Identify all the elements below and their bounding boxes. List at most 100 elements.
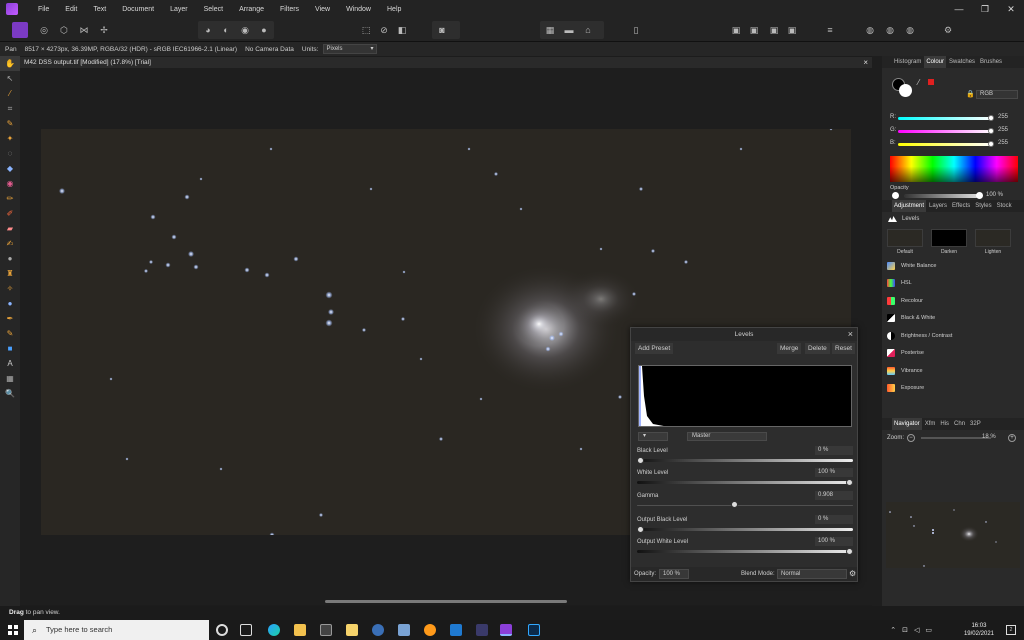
horizontal-scrollbar[interactable] [20, 598, 872, 605]
black-level-knob[interactable] [637, 457, 644, 464]
crop-tool-icon[interactable]: ⌗ [0, 101, 20, 116]
export-persona-icon[interactable]: ✢ [96, 22, 112, 38]
white-level-slider[interactable] [637, 481, 853, 484]
hand-tool-icon[interactable]: ✋ [0, 56, 20, 71]
clone-brush-tool-icon[interactable]: ♜ [0, 266, 20, 281]
photo-persona-button[interactable] [12, 22, 28, 38]
green-knob[interactable] [988, 128, 994, 134]
menu-arrange[interactable]: Arrange [231, 6, 272, 13]
align-icon[interactable]: ≡ [822, 22, 838, 38]
quick-mask-icon[interactable]: ◙ [434, 22, 450, 38]
reset-button[interactable]: Reset [832, 343, 855, 354]
output-white-slider[interactable] [637, 550, 853, 553]
gamma-knob[interactable] [731, 501, 738, 508]
white-level-knob[interactable] [846, 479, 853, 486]
restore-button[interactable]: ❐ [978, 4, 992, 15]
tab-brushes[interactable]: Brushes [978, 56, 1004, 68]
colour-model-dropdown[interactable]: RGB [976, 90, 1018, 99]
zoom-slider[interactable] [921, 437, 992, 439]
marquee-mode-icon[interactable]: ⬚ [358, 22, 374, 38]
adjustment-posterise[interactable]: Posterise [882, 345, 1024, 363]
blend-mode-dropdown[interactable]: Normal [777, 569, 847, 579]
network-icon[interactable]: ⊡ [902, 626, 908, 634]
green-value[interactable]: 255 [998, 127, 1008, 133]
preset-default[interactable]: Default [887, 229, 923, 255]
auto-contrast-icon[interactable]: ◐ [218, 22, 234, 38]
black-level-slider[interactable] [637, 459, 853, 462]
menu-edit[interactable]: Edit [57, 6, 85, 13]
output-black-field[interactable]: 0 % [815, 515, 853, 524]
adjustment-recolour[interactable]: Recolour [882, 292, 1024, 310]
menu-file[interactable]: File [30, 6, 57, 13]
volume-icon[interactable]: ◁ [914, 626, 919, 634]
blue-value[interactable]: 255 [998, 140, 1008, 146]
rectangle-tool-icon[interactable]: ■ [0, 341, 20, 356]
adjustment-black-white[interactable]: Black & White [882, 310, 1024, 328]
file-explorer-icon[interactable] [294, 624, 306, 636]
close-icon[interactable]: × [848, 328, 853, 341]
menu-window[interactable]: Window [338, 6, 379, 13]
preset-darken[interactable]: Darken [931, 229, 967, 255]
edge-icon[interactable] [268, 624, 280, 636]
tab-colour[interactable]: Colour [924, 56, 947, 68]
app-icon-4[interactable] [424, 624, 436, 636]
adjustment-white-balance[interactable]: White Balance [882, 257, 1024, 275]
freehand-tool-icon[interactable]: ✎ [0, 326, 20, 341]
mesh-warp-tool-icon[interactable]: ▦ [0, 371, 20, 386]
picked-colour-swatch[interactable] [928, 79, 934, 85]
lock-icon[interactable]: 🔒 [966, 90, 975, 98]
arrange-backward-icon[interactable]: ▣ [746, 22, 762, 38]
tab-swatches[interactable]: Swatches [947, 56, 977, 68]
app-icon-2[interactable] [372, 624, 384, 636]
selection-brush-tool-icon[interactable]: ✎ [0, 116, 20, 131]
black-level-field[interactable]: 0 % [815, 446, 853, 455]
red-value[interactable]: 255 [998, 114, 1008, 120]
menu-document[interactable]: Document [114, 6, 162, 13]
affinity-photo-taskbar-icon[interactable] [500, 624, 512, 636]
gamma-field[interactable]: 0.908 [815, 491, 853, 500]
menu-help[interactable]: Help [379, 6, 409, 13]
boolean-icon[interactable]: ◍ [882, 22, 898, 38]
mask-icon[interactable]: ◍ [902, 22, 918, 38]
eyedropper-icon[interactable]: ⁄ [918, 78, 919, 87]
preset-lighten[interactable]: Lighten [975, 229, 1011, 255]
opacity-dropdown[interactable]: 100 % [659, 569, 689, 579]
tab-navigator[interactable]: Navigator [892, 418, 922, 430]
white-level-field[interactable]: 100 % [815, 468, 853, 477]
minimize-button[interactable]: — [952, 4, 966, 14]
red-knob[interactable] [988, 115, 994, 121]
output-black-slider[interactable] [637, 528, 853, 531]
menu-layer[interactable]: Layer [162, 6, 196, 13]
photoshop-icon[interactable] [528, 624, 540, 636]
app-icon-5[interactable] [476, 624, 488, 636]
red-eye-tool-icon[interactable]: ● [0, 296, 20, 311]
tab-stock[interactable]: Stock [995, 200, 1014, 212]
colour-picker-tool-icon[interactable]: ⁄ [0, 86, 20, 101]
navigator-preview[interactable] [886, 502, 1020, 568]
zoom-out-icon[interactable]: − [907, 434, 916, 442]
zoom-tool-icon[interactable]: 🔍 [0, 386, 20, 401]
pen-icon[interactable]: ▯ [628, 22, 644, 38]
move-tool-icon[interactable]: ↖ [0, 71, 20, 86]
adjustment-vibrance[interactable]: Vibrance [882, 362, 1024, 380]
assistant-icon[interactable]: ⌂ [580, 22, 596, 38]
green-slider[interactable] [898, 130, 992, 133]
taskbar-search-input[interactable]: ⌕ Type here to search [24, 620, 209, 640]
tab-transform[interactable]: Xfm [923, 418, 938, 430]
task-view-icon[interactable] [240, 624, 252, 636]
deselect-icon[interactable]: ⊘ [376, 22, 392, 38]
mail-icon[interactable] [450, 624, 462, 636]
zoom-in-icon[interactable]: + [1008, 434, 1016, 442]
arrange-back-icon[interactable]: ▣ [728, 22, 744, 38]
adjustment-brightness-contrast[interactable]: Brightness / Contrast [882, 327, 1024, 345]
scroll-thumb[interactable] [325, 600, 567, 603]
secondary-colour-swatch[interactable] [899, 84, 912, 97]
adjustment-exposure[interactable]: Exposure [882, 380, 1024, 398]
dodge-brush-tool-icon[interactable]: ✍ [0, 236, 20, 251]
output-black-knob[interactable] [637, 526, 644, 533]
levels-title-bar[interactable]: Levels × [631, 328, 857, 341]
auto-white-balance-icon[interactable]: ● [256, 22, 272, 38]
tab-effects[interactable]: Effects [950, 200, 972, 212]
units-dropdown[interactable]: Pixels [322, 44, 377, 54]
app-icon-3[interactable] [398, 624, 410, 636]
